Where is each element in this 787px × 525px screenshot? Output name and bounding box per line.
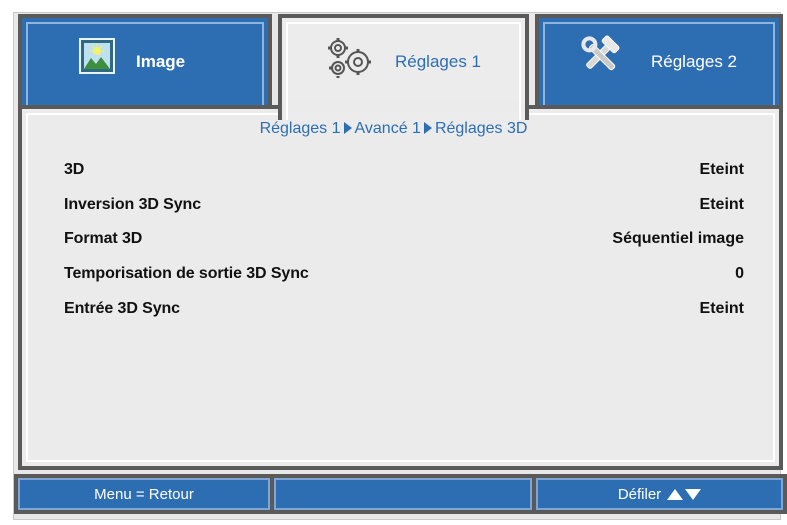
setting-label: Inversion 3D Sync [64, 196, 202, 213]
breadcrumb-item: Réglages 3D [434, 120, 528, 137]
tab-image[interactable]: Image [18, 14, 272, 105]
setting-value: Eteint [699, 300, 744, 317]
setting-row-format-3d[interactable]: Format 3D Séquentiel image [64, 226, 744, 252]
image-icon [77, 36, 117, 76]
tools-icon [577, 32, 623, 78]
chevron-right-icon [343, 122, 352, 134]
setting-row-inversion-3d-sync[interactable]: Inversion 3D Sync Eteint [64, 192, 744, 218]
chevron-right-icon [423, 122, 432, 134]
setting-row-temporisation-3d-sync[interactable]: Temporisation de sortie 3D Sync 0 [64, 261, 744, 287]
gears-icon [324, 34, 374, 82]
back-hint-label: Menu = Retour [94, 485, 194, 503]
breadcrumb-item: Réglages 1 [259, 120, 341, 137]
tab-image-label: Image [136, 52, 186, 71]
tab-reglages-2[interactable]: Réglages 2 [535, 14, 783, 105]
arrow-up-icon [667, 488, 684, 500]
arrow-down-icon [685, 488, 702, 500]
tab-reglages-1-label: Réglages 1 [395, 52, 482, 71]
setting-value: Séquentiel image [612, 230, 744, 247]
setting-row-entree-3d-sync[interactable]: Entrée 3D Sync Eteint [64, 296, 744, 322]
scroll-hint: Défiler [536, 478, 783, 510]
setting-value: Eteint [699, 161, 744, 178]
scroll-hint-label: Défiler [617, 485, 662, 503]
footer-middle [274, 478, 532, 510]
back-hint: Menu = Retour [18, 478, 270, 510]
osd-screen: Image Réglages 2 Réglages 1 Réglages 1 A… [0, 0, 787, 525]
breadcrumb-item: Avancé 1 [354, 120, 421, 137]
setting-label: Entrée 3D Sync [64, 300, 180, 317]
tab-reglages-2-label: Réglages 2 [651, 52, 738, 71]
setting-label: Format 3D [64, 230, 143, 247]
setting-label: 3D [64, 161, 85, 178]
setting-label: Temporisation de sortie 3D Sync [64, 265, 309, 282]
setting-row-3d[interactable]: 3D Eteint [64, 157, 744, 183]
setting-value: Eteint [699, 196, 744, 213]
setting-value: 0 [735, 265, 744, 282]
breadcrumb: Réglages 1 Avancé 1 Réglages 3D [0, 120, 787, 138]
